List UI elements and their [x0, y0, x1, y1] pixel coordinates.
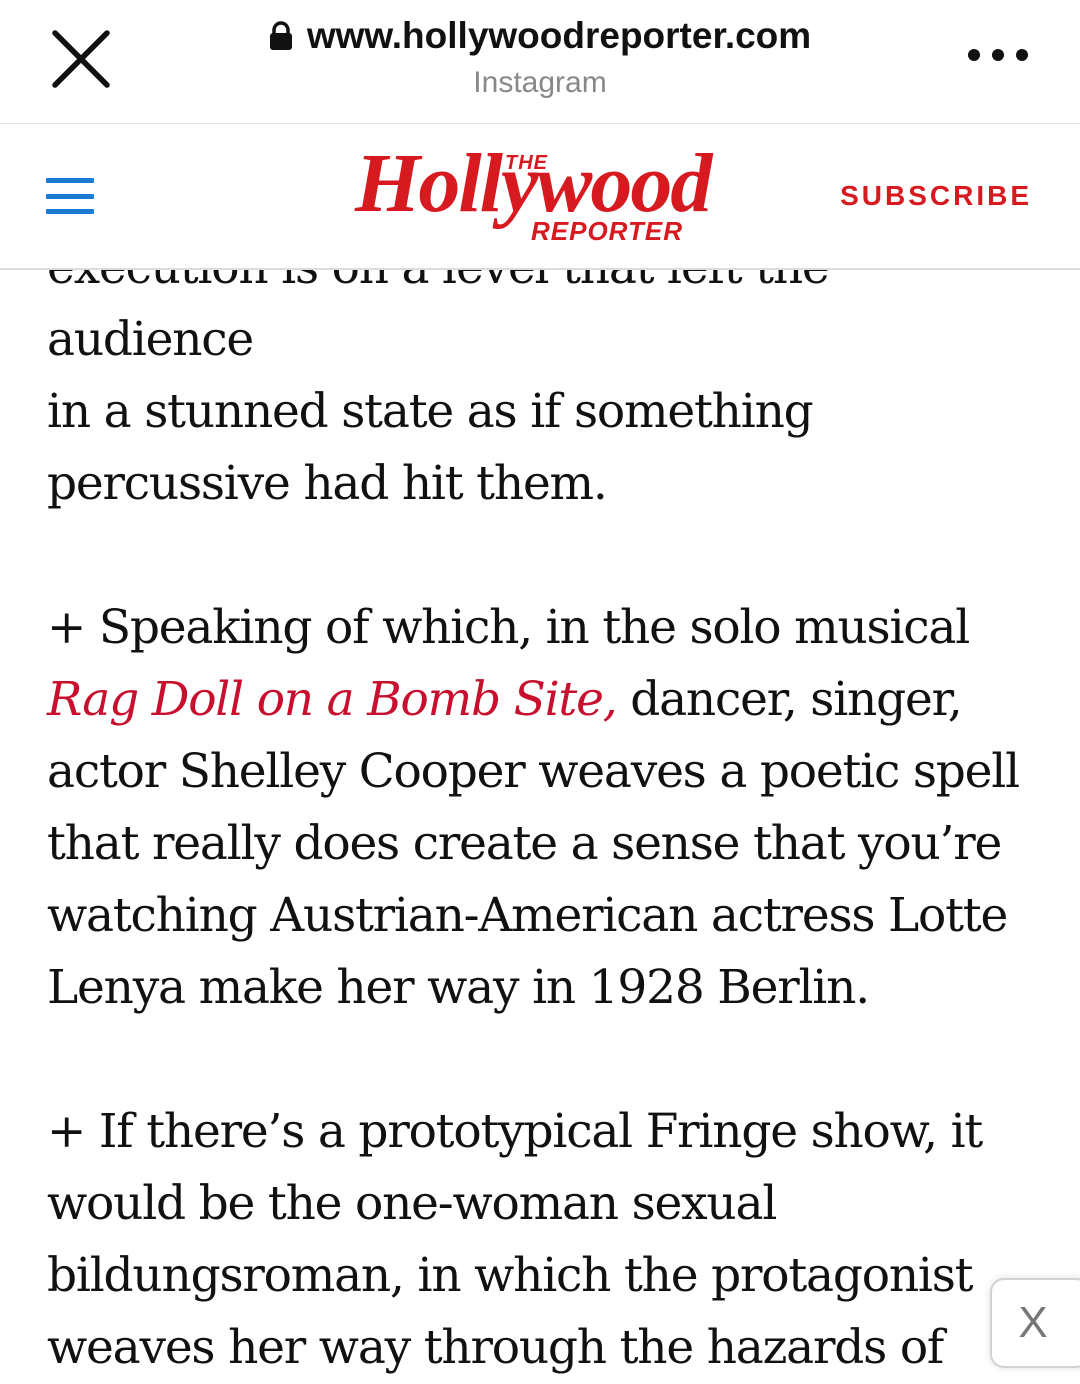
hamburger-line	[46, 193, 94, 199]
article-body: execution is on a level that left the au…	[47, 232, 1037, 1384]
more-icon	[968, 49, 980, 61]
ad-close-button[interactable]: X	[990, 1278, 1080, 1368]
show-title-link[interactable]: Rag Doll on a Bomb Site,	[47, 672, 618, 727]
more-icon-dot	[1016, 49, 1028, 61]
more-icon-dot	[992, 49, 1004, 61]
paragraph-text: in a stunned state as if something percu…	[47, 384, 814, 511]
logo-reporter: REPORTER	[531, 216, 683, 246]
site-logo[interactable]: Hollywood THE REPORTER	[355, 132, 735, 260]
url-text: www.hollywoodreporter.com	[306, 15, 812, 56]
subscribe-button[interactable]: SUBSCRIBE	[840, 180, 1032, 212]
article-paragraph: execution is on a level that left the au…	[47, 232, 1037, 520]
logo-the: THE	[505, 152, 548, 174]
url-line: www.hollywoodreporter.com	[200, 12, 880, 60]
lock-icon	[269, 21, 292, 50]
more-options-button[interactable]	[968, 40, 1028, 70]
paragraph-text: + Speaking of which, in the solo musical	[47, 600, 970, 655]
app-source-label: Instagram	[473, 66, 607, 99]
close-icon	[52, 30, 110, 88]
hamburger-line	[46, 209, 94, 214]
article-paragraph: + Speaking of which, in the solo musical…	[47, 592, 1037, 1024]
article-paragraph: + If there’s a prototypical Fringe show,…	[47, 1096, 1037, 1384]
hamburger-line	[46, 178, 94, 183]
address-area[interactable]: www.hollywoodreporter.com Instagram	[200, 12, 880, 100]
browser-toolbar: www.hollywoodreporter.com Instagram	[0, 0, 1080, 124]
close-browser-button[interactable]	[46, 24, 116, 94]
site-header: Hollywood THE REPORTER SUBSCRIBE	[0, 124, 1080, 270]
paragraph-text: + If there’s a prototypical Fringe show,…	[47, 1104, 983, 1375]
hamburger-icon[interactable]	[46, 178, 94, 214]
